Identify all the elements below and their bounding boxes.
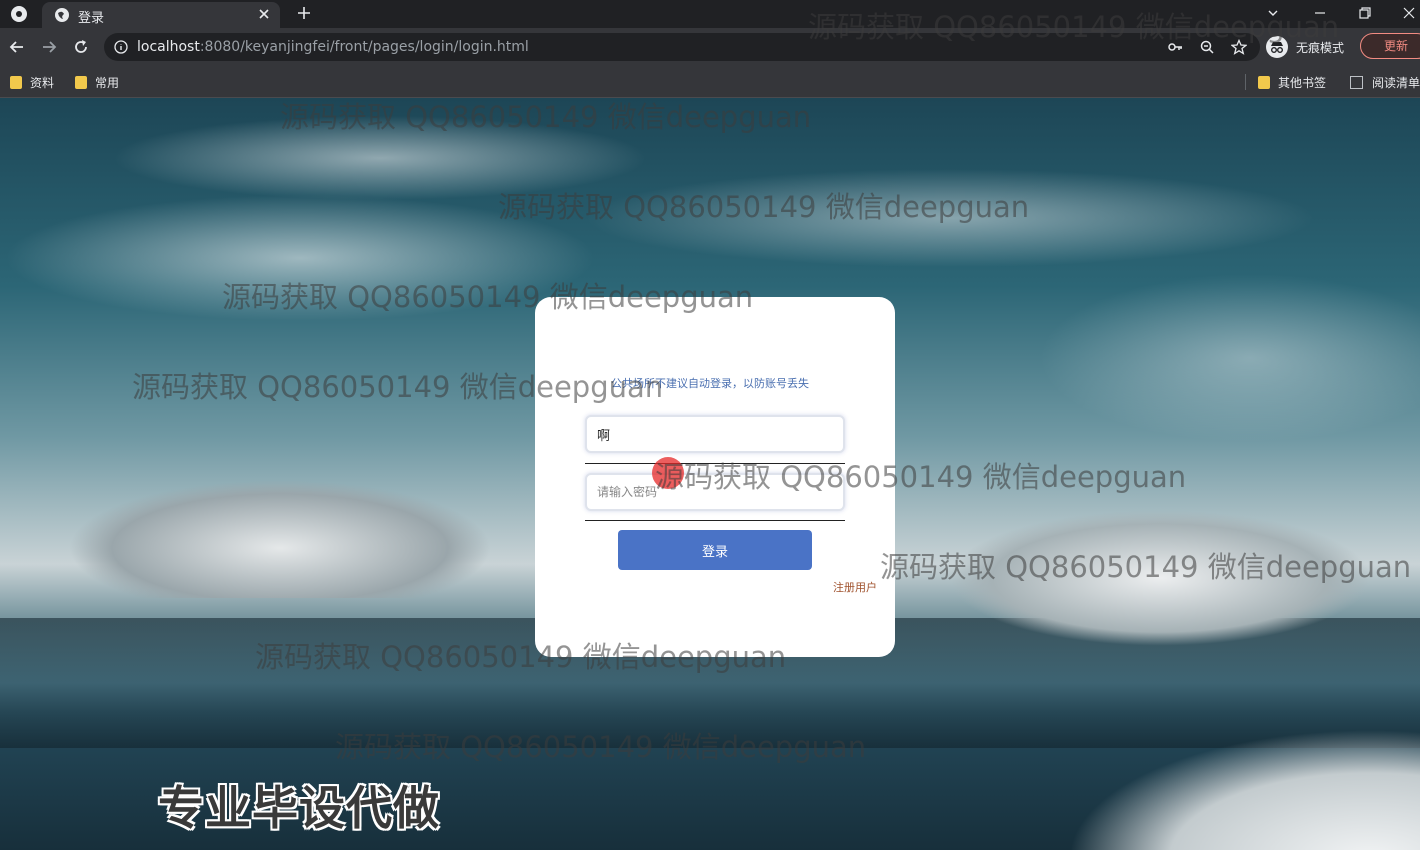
password-input[interactable] xyxy=(585,473,845,511)
bookmark-label: 资料 xyxy=(30,76,55,90)
url-text: localhost:8080/keyanjingfei/front/pages/… xyxy=(137,39,529,55)
login-button[interactable]: 登录 xyxy=(618,530,812,570)
frosted-trees-right xyxy=(900,498,1420,648)
reading-list[interactable]: 阅读清单 xyxy=(1350,74,1420,91)
bookmarks-bar: 资料 常用 其他书签 阅读清单 xyxy=(0,66,1420,98)
restore-icon[interactable] xyxy=(1358,6,1372,20)
login-card: 公共场所不建议自动登录，以防账号丢失 登录 注册用户 xyxy=(535,297,895,657)
profile-label: 无痕模式 xyxy=(1296,40,1345,55)
new-tab-icon[interactable] xyxy=(295,4,313,22)
username-underline xyxy=(585,463,845,464)
bookmark-label: 阅读清单 xyxy=(1372,76,1420,90)
frosted-trees-left xyxy=(0,468,560,598)
bookmarks-divider xyxy=(1245,74,1246,90)
tab-search-icon[interactable] xyxy=(1266,6,1280,20)
username-input[interactable] xyxy=(585,415,845,453)
close-tab-icon[interactable] xyxy=(256,6,272,22)
site-info-icon[interactable] xyxy=(114,40,128,54)
folder-icon xyxy=(1258,76,1270,89)
bookmark-label: 其他书签 xyxy=(1278,76,1327,90)
incognito-icon xyxy=(1266,36,1288,58)
snow-bank xyxy=(900,658,1420,850)
reload-icon[interactable] xyxy=(72,38,90,56)
globe-icon xyxy=(55,8,69,22)
browser-toolbar: localhost:8080/keyanjingfei/front/pages/… xyxy=(0,28,1420,66)
zoom-icon[interactable] xyxy=(1199,39,1215,55)
bookmark-folder-0[interactable]: 资料 xyxy=(10,74,54,91)
browser-menu-icon[interactable] xyxy=(10,5,28,23)
folder-icon xyxy=(75,76,87,89)
address-bar[interactable]: localhost:8080/keyanjingfei/front/pages/… xyxy=(104,33,1260,61)
browser-tab-strip: 登录 xyxy=(0,0,1420,28)
login-notice: 公共场所不建议自动登录，以防账号丢失 xyxy=(611,377,809,390)
update-button[interactable]: 更新 xyxy=(1360,33,1420,59)
minimize-icon[interactable] xyxy=(1313,6,1327,20)
folder-icon xyxy=(10,76,22,89)
tab-title: 登录 xyxy=(78,11,105,26)
key-icon[interactable] xyxy=(1167,39,1183,55)
url-path: :8080/keyanjingfei/front/pages/login/log… xyxy=(199,39,529,55)
close-window-icon[interactable] xyxy=(1402,6,1416,20)
tab-login[interactable]: 登录 xyxy=(42,2,280,28)
password-underline xyxy=(585,520,845,521)
register-link[interactable]: 注册用户 xyxy=(833,579,877,595)
click-indicator xyxy=(652,457,684,489)
forward-icon[interactable] xyxy=(40,38,58,56)
reading-list-icon xyxy=(1350,76,1363,89)
incognito-profile[interactable]: 无痕模式 xyxy=(1266,34,1344,60)
other-bookmarks[interactable]: 其他书签 xyxy=(1258,74,1326,91)
bookmark-label: 常用 xyxy=(95,76,120,90)
url-host: localhost xyxy=(137,39,200,55)
back-icon[interactable] xyxy=(8,38,26,56)
bookmark-folder-1[interactable]: 常用 xyxy=(75,74,119,91)
promo-banner: 专业毕设代做 xyxy=(158,781,440,835)
page-background: 公共场所不建议自动登录，以防账号丢失 登录 注册用户 xyxy=(0,98,1420,850)
bookmark-star-icon[interactable] xyxy=(1231,39,1247,55)
